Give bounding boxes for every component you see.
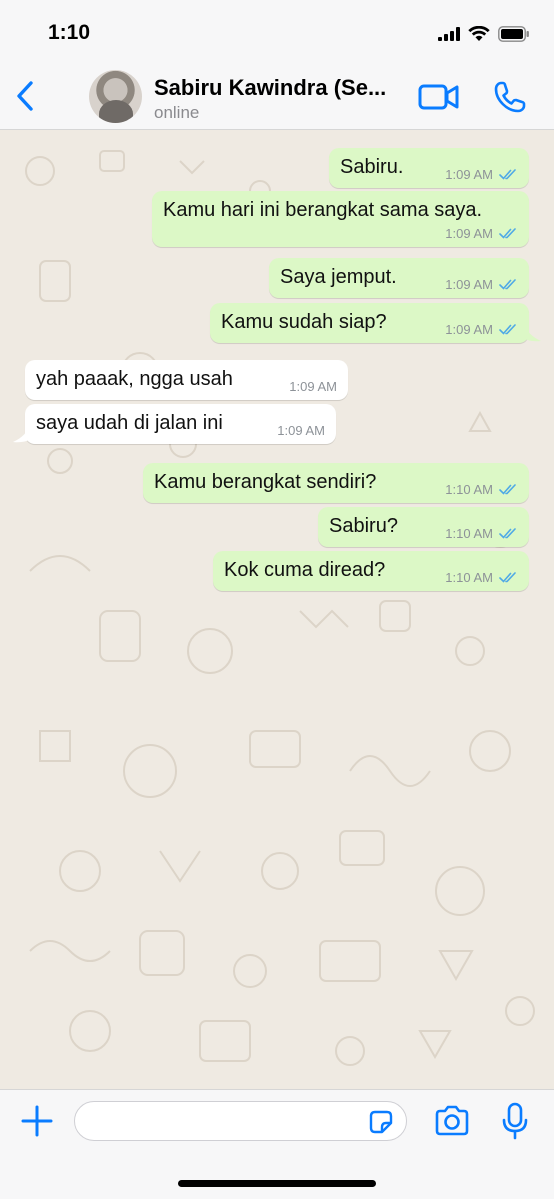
bubble-tail (13, 424, 34, 443)
contact-avatar[interactable] (89, 70, 142, 123)
message-outgoing[interactable]: Sabiru? 1:10 AM (318, 507, 529, 547)
sticker-icon (369, 1110, 393, 1134)
bubble-tail (520, 323, 541, 342)
camera-button[interactable] (433, 1104, 471, 1138)
message-text: Sabiru? (329, 515, 398, 537)
home-indicator[interactable] (178, 1180, 376, 1187)
read-receipt-icon (499, 528, 516, 539)
status-bar: 1:10 (0, 0, 554, 62)
microphone-icon (502, 1102, 528, 1140)
message-text: Kamu hari ini berangkat sama saya. (163, 199, 483, 221)
message-outgoing[interactable]: Saya jemput. 1:09 AM (269, 258, 529, 298)
message-time: 1:09 AM (289, 379, 337, 394)
read-receipt-icon (499, 169, 516, 180)
message-text: Saya jemput. (280, 266, 397, 288)
read-receipt-icon (499, 324, 516, 335)
message-time: 1:09 AM (445, 277, 493, 292)
voice-call-button[interactable] (492, 79, 528, 115)
read-receipt-icon (499, 484, 516, 495)
message-time: 1:09 AM (445, 322, 493, 337)
message-text: Kok cuma diread? (224, 559, 386, 581)
message-outgoing[interactable]: Sabiru. 1:09 AM (329, 148, 529, 188)
message-text: Kamu sudah siap? (221, 311, 387, 333)
back-button[interactable] (8, 76, 42, 116)
read-receipt-icon (499, 572, 516, 583)
chat-header: Sabiru Kawindra (Se... online (0, 62, 554, 130)
video-call-button[interactable] (418, 80, 460, 114)
message-outgoing[interactable]: Kok cuma diread? 1:10 AM (213, 551, 529, 591)
video-camera-icon (418, 84, 459, 110)
read-receipt-icon (499, 279, 516, 290)
message-input[interactable] (74, 1101, 407, 1141)
message-time: 1:09 AM (445, 226, 493, 241)
message-incoming[interactable]: saya udah di jalan ini 1:09 AM (25, 404, 336, 444)
message-time: 1:10 AM (445, 526, 493, 541)
status-icons (438, 24, 530, 44)
message-text: saya udah di jalan ini (36, 412, 223, 434)
message-time: 1:09 AM (277, 423, 325, 438)
sticker-button[interactable] (367, 1108, 395, 1136)
status-time: 1:10 (48, 21, 91, 44)
message-outgoing[interactable]: Kamu hari ini berangkat sama saya. 1:09 … (152, 191, 529, 247)
contact-status: online (154, 103, 200, 122)
message-text: yah paaak, ngga usah (36, 368, 233, 390)
microphone-button[interactable] (501, 1102, 529, 1140)
phone-icon (494, 81, 526, 113)
camera-icon (435, 1105, 469, 1136)
chat-area[interactable]: Sabiru. 1:09 AM Kamu hari ini berangkat … (0, 131, 554, 1089)
message-outgoing[interactable]: Kamu berangkat sendiri? 1:10 AM (143, 463, 529, 503)
chevron-left-icon (17, 81, 33, 111)
attach-button[interactable] (19, 1103, 55, 1139)
cellular-signal-icon (438, 27, 460, 41)
battery-icon (498, 26, 529, 42)
message-text: Sabiru. (340, 156, 404, 178)
plus-icon (21, 1105, 53, 1137)
message-time: 1:09 AM (445, 167, 493, 182)
wifi-icon (468, 26, 490, 41)
message-outgoing[interactable]: Kamu sudah siap? 1:09 AM (210, 303, 529, 343)
message-time: 1:10 AM (445, 570, 493, 585)
message-incoming[interactable]: yah paaak, ngga usah 1:09 AM (25, 360, 348, 400)
read-receipt-icon (499, 228, 516, 239)
message-text: Kamu berangkat sendiri? (154, 471, 377, 493)
message-time: 1:10 AM (445, 482, 493, 497)
contact-name[interactable]: Sabiru Kawindra (Se... (154, 75, 406, 101)
